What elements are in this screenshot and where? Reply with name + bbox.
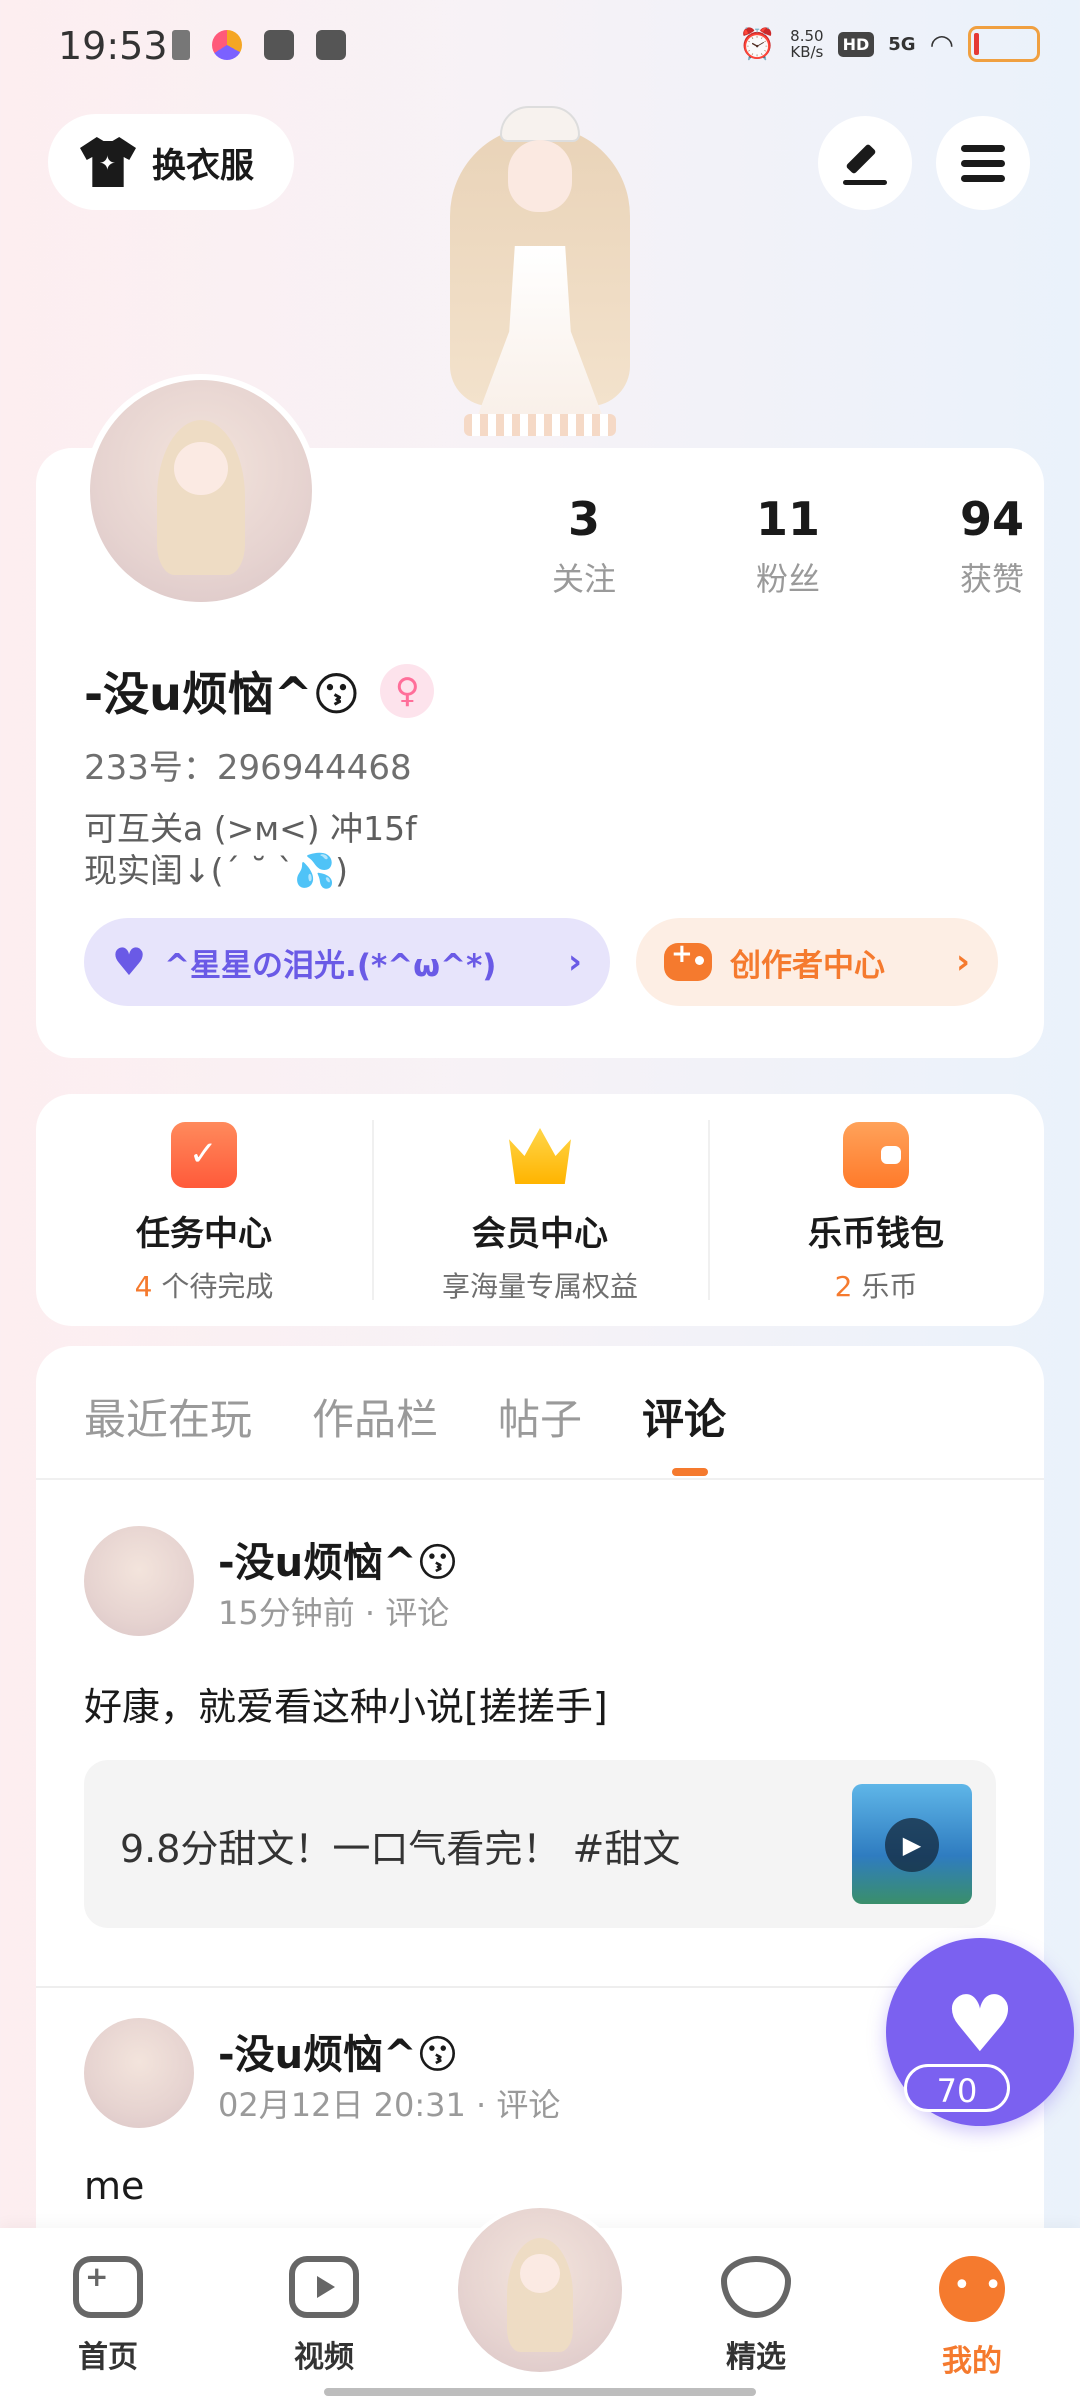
stat-label: 获赞 xyxy=(959,560,1024,598)
home-indicator[interactable] xyxy=(324,2388,756,2396)
stat-value: 3 xyxy=(567,492,600,546)
female-gender-icon: ♀ xyxy=(380,664,435,718)
service-title: 会员中心 xyxy=(472,1214,608,1254)
comment-text: 好康，就爱看这种小说[搓搓手] xyxy=(84,1685,608,1729)
stat-followers[interactable]: 11 粉丝 xyxy=(686,492,890,600)
network-speed-unit: KB/s xyxy=(790,43,824,61)
nav-home[interactable]: 首页 xyxy=(38,2256,178,2376)
network-speed: 8.50 KB/s xyxy=(790,28,823,60)
service-count: 2 xyxy=(834,1270,853,1303)
tab-recently-played[interactable]: 最近在玩 xyxy=(84,1386,252,1447)
profile-stats: 3 关注 11 粉丝 94 获赞 xyxy=(482,492,1080,600)
nav-label: 首页 xyxy=(78,2340,138,2375)
hamburger-icon xyxy=(961,144,1005,182)
task-center-entry[interactable]: 任务中心 4 个待完成 xyxy=(36,1094,372,1326)
comment-author[interactable]: -没u烦恼^😗 xyxy=(218,1530,458,1588)
comment-meta: 15分钟前 · 评论 xyxy=(218,1594,450,1632)
creator-center-button[interactable]: 创作者中心 › xyxy=(636,918,998,1006)
nav-center-avatar[interactable] xyxy=(454,2204,626,2376)
status-time: 19:53 xyxy=(58,24,168,68)
tab-posts[interactable]: 帖子 xyxy=(498,1386,582,1447)
service-subtitle: 4 个待完成 xyxy=(36,1265,372,1305)
service-sub-text: 乐币 xyxy=(852,1270,918,1303)
heart-outline-icon xyxy=(721,2256,791,2318)
app-notification-icon xyxy=(212,30,242,60)
change-outfit-button[interactable]: 换衣服 xyxy=(48,114,294,210)
fan-group-button[interactable]: ♥ ^星星の泪光.(*^ω^*) › xyxy=(84,918,610,1006)
stat-following[interactable]: 3 关注 xyxy=(482,492,686,600)
status-bar: 19:53 ⏰ 8.50 KB/s HD 5G ◠ xyxy=(0,0,1080,96)
stat-value: 94 xyxy=(959,492,1024,546)
nav-label: 精选 xyxy=(726,2340,786,2375)
stat-label: 关注 xyxy=(551,560,616,598)
profile-avatar[interactable] xyxy=(84,374,318,608)
battery-icon xyxy=(968,26,1040,62)
tabs-divider xyxy=(36,1478,1044,1480)
gamepad-icon xyxy=(664,939,712,981)
status-notification-icons xyxy=(172,30,346,60)
service-title: 任务中心 xyxy=(136,1214,272,1254)
service-count: 4 xyxy=(134,1270,153,1303)
chevron-right-icon: › xyxy=(567,942,582,982)
stat-value: 11 xyxy=(755,492,820,546)
tab-works[interactable]: 作品栏 xyxy=(312,1386,438,1447)
stat-likes[interactable]: 94 获赞 xyxy=(890,492,1080,600)
comment-avatar[interactable] xyxy=(84,1526,194,1636)
service-subtitle: 2 乐币 xyxy=(708,1265,1044,1305)
nav-mine[interactable]: 我的 xyxy=(902,2256,1042,2380)
user-bio: 可互关a (>ᴍ<) 冲15f 现实闺↓(´ ˘ `💦) xyxy=(84,809,417,890)
face-icon xyxy=(939,2256,1005,2322)
chevron-right-icon: › xyxy=(955,942,970,982)
username-text: -没u烦恼^😗 xyxy=(84,667,361,721)
creator-center-label: 创作者中心 xyxy=(730,947,885,984)
wallet-icon xyxy=(843,1122,909,1188)
status-system-icons: ⏰ 8.50 KB/s HD 5G ◠ xyxy=(739,26,1040,62)
quoted-video-card[interactable]: 9.8分甜文！一口气看完！ #甜文 ▶ xyxy=(84,1760,996,1928)
crown-icon xyxy=(507,1122,573,1188)
video-play-icon xyxy=(289,2256,359,2318)
gamepad-icon xyxy=(73,2256,143,2318)
play-icon: ▶ xyxy=(885,1818,939,1872)
feed-tabs: 最近在玩 作品栏 帖子 评论 xyxy=(84,1386,726,1476)
like-count-badge: 70 xyxy=(904,2064,1010,2112)
wechat-icon xyxy=(316,30,346,60)
wifi-icon: ◠ xyxy=(929,27,954,61)
menu-button[interactable] xyxy=(936,116,1030,210)
service-subtitle: 享海量专属权益 xyxy=(441,1270,638,1303)
quoted-video-title: 9.8分甜文！一口气看完！ #甜文 xyxy=(120,1827,681,1871)
service-sub-text: 个待完成 xyxy=(152,1270,274,1303)
nav-video[interactable]: 视频 xyxy=(254,2256,394,2376)
wallet-entry[interactable]: 乐币钱包 2 乐币 xyxy=(708,1094,1044,1326)
comment-avatar[interactable] xyxy=(84,2018,194,2128)
avatar-character-model[interactable] xyxy=(420,96,660,448)
comment-author[interactable]: -没u烦恼^😗 xyxy=(218,2022,458,2080)
vip-center-entry[interactable]: 会员中心 享海量专属权益 xyxy=(372,1094,708,1326)
user-id[interactable]: 233号：296944468 xyxy=(84,740,412,789)
service-title: 乐币钱包 xyxy=(808,1214,944,1254)
heart-icon: ♥ xyxy=(945,1980,1015,2070)
services-card: 任务中心 4 个待完成 会员中心 享海量专属权益 乐币钱包 2 乐币 xyxy=(36,1094,1044,1326)
change-outfit-label: 换衣服 xyxy=(152,145,254,186)
post-divider xyxy=(36,1986,1044,1988)
sim-icon xyxy=(172,30,190,60)
nav-label: 我的 xyxy=(942,2344,1002,2379)
edit-profile-button[interactable] xyxy=(818,116,912,210)
stat-label: 粉丝 xyxy=(755,560,820,598)
calendar-check-icon xyxy=(171,1122,237,1188)
nav-featured[interactable]: 精选 xyxy=(686,2256,826,2376)
double-heart-icon: ♥ xyxy=(112,940,147,984)
comment-text: me xyxy=(84,2164,145,2208)
tab-comments[interactable]: 评论 xyxy=(642,1386,726,1476)
nav-label: 视频 xyxy=(294,2340,354,2375)
signal-5g-icon: 5G xyxy=(888,33,916,55)
mail-icon xyxy=(264,30,294,60)
shirt-icon xyxy=(80,137,136,187)
video-thumbnail: ▶ xyxy=(852,1784,972,1904)
pen-icon xyxy=(843,141,887,185)
fan-group-label: ^星星の泪光.(*^ω^*) xyxy=(164,947,497,984)
comment-meta: 02月12日 20:31 · 评论 xyxy=(218,2086,561,2124)
hd-badge: HD xyxy=(837,31,875,57)
alarm-icon: ⏰ xyxy=(738,26,777,62)
username: -没u烦恼^😗 ♀ xyxy=(84,658,435,724)
